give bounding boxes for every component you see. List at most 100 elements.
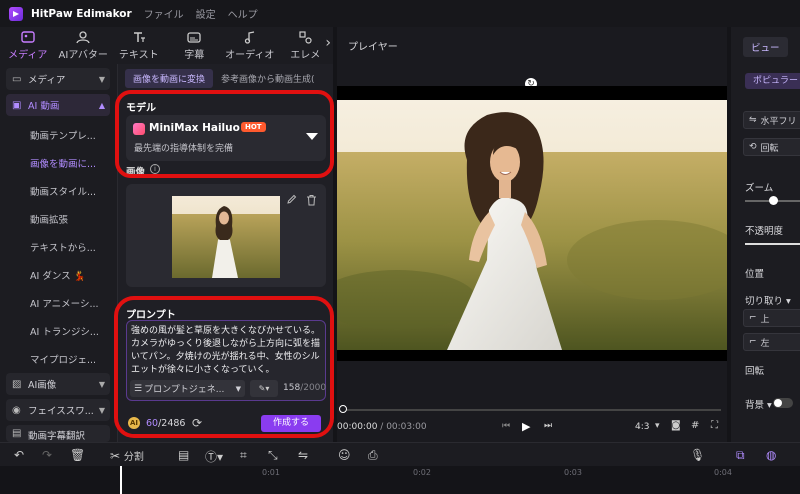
opacity-label: 不透明度 [745,226,784,237]
video-preview[interactable] [337,100,727,350]
timeline-toolbar: ↶ ↷ 🗑 ✂ 分割 ▤ Ⓣ▾ ⌗ ⤡ ⇋ ☺ ⎙ 🎙 ⧉ ◍ [0,442,800,466]
fullscreen-icon[interactable]: ⛶ [711,420,718,431]
tab-audio[interactable]: オーディオ [222,27,278,64]
media-icon [21,30,35,44]
face-tool-icon[interactable]: ☺ [338,448,351,462]
folder-icon: ▭ [12,73,22,85]
camera-icon[interactable]: ◙ [671,420,681,431]
sidebar-item-ai-image[interactable]: ▨ AI画像 ▼ [6,373,110,395]
text-tool-icon[interactable]: Ⓣ▾ [205,448,223,465]
chevron-down-icon: ▼ [98,405,105,415]
video-icon: ▣ [12,99,22,111]
sidebar-item-video-ocr[interactable]: ▤ 動画字幕翻訳 [6,425,110,442]
sidebar-item-face-swap[interactable]: ◉ フェイススワ... ▼ [6,399,110,421]
playhead[interactable] [120,466,122,494]
chevron-down-icon: ▼ [98,74,105,84]
tab-reference-to-video[interactable]: 参考画像から動画生成( [221,72,315,85]
seek-bar[interactable] [341,409,721,411]
app-logo [9,6,23,21]
crop-icon: ⌐ [749,337,757,347]
seek-handle[interactable] [339,405,347,413]
sidebar-sub-item[interactable]: 動画拡張 [30,212,116,226]
chevron-down-icon[interactable]: ▾ [655,421,660,431]
player-title: プレイヤー [348,42,398,53]
sidebar-sub-item[interactable]: AI アニメーシ... [30,296,116,310]
rotate-icon: ⟲ [749,142,757,152]
background-toggle[interactable] [773,398,793,408]
panel-subtabs: 画像を動画に変換 参考画像から動画生成( [125,68,330,88]
menu-file[interactable]: ファイル [144,6,184,21]
chevron-right-icon[interactable]: › [325,35,331,51]
tab-subtitle[interactable]: 字幕 [167,27,223,64]
step-back-icon[interactable]: ⏮ [502,421,510,431]
audio-icon [244,30,256,44]
face-icon: ◉ [12,404,21,416]
redo-icon[interactable]: ↷ [42,448,52,462]
image-thumbnail [172,196,280,278]
sidebar-sub-item[interactable]: AI ダンス 💃 [30,268,116,282]
crop-top-field[interactable]: ⌐ 上 [743,309,800,327]
element-icon [299,30,312,44]
title-bar: HitPaw Edimakor ファイル 設定 ヘルプ [0,0,800,27]
sidebar-sub-item[interactable]: 動画スタイル... [30,184,116,198]
zoom-slider-handle[interactable] [769,196,778,205]
edit-icon[interactable] [286,194,297,205]
subtitle-icon [187,30,201,44]
position-label: 位置 [745,269,765,280]
tab-text[interactable]: テキスト [111,27,167,64]
rotation-label: 回転 [745,366,765,377]
player-panel: プレイヤー ↻ 00:00:00 / 00:03:00 ⏮ ▶ ⏭ 4:3 ▾ … [337,27,727,442]
sidebar-sub-item[interactable]: AI トランジシ... [30,324,116,338]
sidebar: ▭ メディア ▼ ▣ AI 動画 ▲ 動画テンプレ... 画像を動画に... 動… [0,64,117,442]
microphone-icon[interactable]: 🎙 [690,448,705,462]
tab-image-to-video[interactable]: 画像を動画に変換 [125,68,214,88]
tab-media[interactable]: メディア [0,27,56,64]
zoom-label: ズーム [745,183,774,194]
chevron-down-icon: ▼ [98,379,105,389]
crop-label[interactable]: 切り取り ▾ [745,293,791,307]
export-frame-icon[interactable]: ⎙ [368,448,378,463]
flip-button[interactable]: ⇋ 水平フリ [743,111,800,129]
opacity-slider[interactable] [745,243,800,245]
tab-ai-avatar[interactable]: AIアバター [56,27,112,64]
step-forward-icon[interactable]: ⏭ [544,421,552,431]
play-icon[interactable]: ▶ [522,420,530,433]
sidebar-sub-item-active[interactable]: 画像を動画に... [30,156,116,170]
aspect-ratio-select[interactable]: 4:3 [635,422,649,432]
app-name: HitPaw Edimakor [31,7,132,20]
grid-icon[interactable]: # [691,420,699,431]
delete-icon[interactable]: 🗑 [70,448,85,462]
chevron-up-icon: ▲ [98,100,105,110]
sidebar-item-media[interactable]: ▭ メディア ▼ [6,68,110,90]
ruler-label: 0:02 [413,468,431,477]
flip-icon: ⇋ [749,115,757,125]
undo-icon[interactable]: ↶ [14,448,24,462]
text-icon [132,30,146,44]
trash-icon[interactable] [306,194,317,206]
image-upload-box[interactable] [126,184,326,287]
highlight-prompt [114,296,334,438]
sidebar-item-ai-video[interactable]: ▣ AI 動画 ▲ [6,94,110,116]
crop-tool-icon[interactable]: ⌗ [240,448,247,463]
image-icon: ▨ [12,378,22,390]
sidebar-sub-item[interactable]: マイプロジェ... [30,352,116,366]
mirror-icon[interactable]: ⇋ [298,448,308,462]
ruler-label: 0:04 [714,468,732,477]
crop-left-field[interactable]: ⌐ 左 [743,333,800,351]
tool-tabs: メディア AIアバター テキスト 字幕 オーディオ エレメ › [0,27,333,64]
menu-settings[interactable]: 設定 [196,6,216,21]
popular-chip[interactable]: ポピュラー [745,73,800,89]
split-button[interactable]: ✂ 分割 [110,448,144,463]
tab-view[interactable]: ビュー [743,37,788,57]
menu-help[interactable]: ヘルプ [228,6,258,21]
rotate-button[interactable]: ⟲ 回転 [743,138,800,156]
link-icon[interactable]: ⧉ [736,448,745,463]
background-label: 背景 ▾ [745,400,772,411]
time-readout: 00:00:00 / 00:03:00 [337,422,427,432]
caption-icon[interactable]: ▤ [178,448,189,462]
crop-icon: ⌐ [749,313,757,323]
track-icon[interactable]: ◍ [766,448,776,462]
resize-icon[interactable]: ⤡ [268,448,278,463]
sidebar-sub-item[interactable]: 動画テンプレ... [30,128,116,142]
sidebar-sub-item[interactable]: テキストから... [30,240,116,254]
